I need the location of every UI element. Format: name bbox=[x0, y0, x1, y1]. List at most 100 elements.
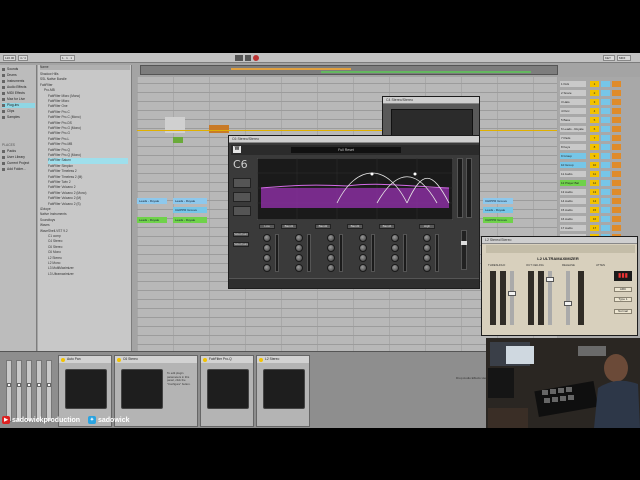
c6-parameter-knob[interactable] bbox=[391, 264, 399, 272]
mixer-track-row[interactable]: 5 Bass 5 bbox=[558, 117, 640, 123]
browser-file-item[interactable]: FabFilter One bbox=[48, 104, 128, 109]
l2-release-fader[interactable] bbox=[564, 271, 572, 325]
mixer-track-row[interactable]: 10 Group 10 bbox=[558, 162, 640, 168]
track-volume-fader[interactable] bbox=[36, 360, 42, 422]
c6-parameter-knob[interactable] bbox=[391, 254, 399, 262]
arm-button[interactable] bbox=[612, 99, 621, 105]
solo-button[interactable] bbox=[601, 225, 610, 231]
c6-plugin-window[interactable]: C6 Stereo/Stereo W Full Reset C6 Low Ban… bbox=[228, 135, 480, 289]
place-current-project[interactable]: Current Project bbox=[2, 161, 29, 166]
mixer-track-row[interactable]: 9 Group 9 bbox=[558, 153, 640, 159]
c6-parameter-knob[interactable] bbox=[359, 244, 367, 252]
track-activator-button[interactable]: 11 bbox=[590, 171, 599, 177]
mixer-track-row[interactable]: 3 Hats 3 bbox=[558, 99, 640, 105]
c6-parameter-knob[interactable] bbox=[391, 244, 399, 252]
device-l2[interactable]: L2 Stereo bbox=[256, 355, 310, 427]
mixer-track-row[interactable]: 11 Audio 11 bbox=[558, 171, 640, 177]
fader-cap[interactable] bbox=[7, 383, 11, 387]
arm-button[interactable] bbox=[612, 81, 621, 87]
browser-file-item[interactable]: Native Instruments bbox=[40, 212, 128, 217]
browser-cat-midi-effects[interactable]: MIDI Effects bbox=[2, 91, 25, 96]
fader-cap[interactable] bbox=[27, 383, 31, 387]
browser-file-item[interactable]: FabFilter Pro-G bbox=[48, 131, 128, 136]
arm-button[interactable] bbox=[612, 144, 621, 150]
l2-ceiling-fader[interactable] bbox=[546, 271, 554, 325]
mixer-track-row[interactable]: 2 Snare 2 bbox=[558, 90, 640, 96]
l2-arc-button[interactable]: ARC bbox=[614, 287, 632, 292]
solo-button[interactable] bbox=[601, 171, 610, 177]
mixer-track-name[interactable]: 11 Audio bbox=[560, 171, 586, 177]
tempo-field[interactable]: 120.00 bbox=[3, 55, 16, 61]
browser-file-item[interactable]: FabFilter Pro-DS bbox=[48, 121, 128, 126]
mixer-track-row[interactable]: 12 Player Bal 12 bbox=[558, 180, 640, 186]
device-power-icon[interactable] bbox=[61, 358, 65, 362]
mixer-track-row[interactable]: 13 Audio 13 bbox=[558, 189, 640, 195]
browser-file-item[interactable]: L2 Stereo bbox=[48, 256, 128, 261]
c6-eq-display[interactable] bbox=[257, 158, 453, 220]
c6-parameter-knob[interactable] bbox=[327, 244, 335, 252]
l2-release-cap[interactable] bbox=[564, 301, 572, 306]
browser-file-item[interactable]: FabFilter Volcano 2 (M) bbox=[48, 196, 128, 201]
mixer-track-name[interactable]: 16 Audio bbox=[560, 216, 586, 222]
c6-side-button[interactable] bbox=[233, 206, 251, 216]
arm-button[interactable] bbox=[612, 135, 621, 141]
device-power-icon[interactable] bbox=[259, 358, 263, 362]
youtube-handle[interactable]: ▶ sadowickproduction bbox=[2, 416, 80, 425]
arm-button[interactable] bbox=[612, 207, 621, 213]
c6-parameter-knob[interactable] bbox=[295, 264, 303, 272]
c6-parameter-knob[interactable] bbox=[423, 264, 431, 272]
arm-button[interactable] bbox=[612, 126, 621, 132]
c6-parameter-knob[interactable] bbox=[327, 254, 335, 262]
solo-button[interactable] bbox=[601, 99, 610, 105]
track-volume-fader[interactable] bbox=[46, 360, 52, 422]
l2-threshold-fader[interactable] bbox=[508, 271, 516, 325]
solo-button[interactable] bbox=[601, 81, 610, 87]
track-activator-button[interactable]: 8 bbox=[590, 144, 599, 150]
browser-cat-samples[interactable]: Samples bbox=[2, 115, 20, 120]
solo-button[interactable] bbox=[601, 108, 610, 114]
c6-sidechain-button[interactable]: Sidechain2 bbox=[233, 242, 249, 247]
browser-cat-sounds[interactable]: Sounds bbox=[2, 67, 18, 72]
solo-button[interactable] bbox=[601, 126, 610, 132]
arm-button[interactable] bbox=[612, 189, 621, 195]
track-activator-button[interactable]: 6 bbox=[590, 126, 599, 132]
clip[interactable]: CHIPPR Groove bbox=[173, 207, 207, 213]
c6-parameter-knob[interactable] bbox=[327, 264, 335, 272]
device-power-icon[interactable] bbox=[117, 358, 121, 362]
track-activator-button[interactable]: 7 bbox=[590, 135, 599, 141]
place-add-folder[interactable]: Add Folder... bbox=[2, 167, 26, 172]
clip[interactable]: CHIPPR Groove bbox=[483, 198, 513, 204]
fader-cap[interactable] bbox=[17, 383, 21, 387]
c6-gain-fader[interactable] bbox=[461, 230, 467, 270]
position-field[interactable]: 1 . 1 . 1 bbox=[60, 55, 75, 61]
solo-button[interactable] bbox=[601, 207, 610, 213]
preset-name[interactable]: Full Reset bbox=[291, 147, 401, 153]
track-activator-button[interactable]: 17 bbox=[590, 225, 599, 231]
browser-file-item[interactable]: FabFilter Micro (Mono) bbox=[48, 94, 128, 99]
c6-sidechain-button[interactable]: Sidechain1 bbox=[233, 232, 249, 237]
browser-file-item[interactable]: SSL Native Bundle bbox=[40, 77, 128, 82]
track-activator-button[interactable]: 10 bbox=[590, 162, 599, 168]
track-activator-button[interactable]: 14 bbox=[590, 198, 599, 204]
c6-band-button[interactable]: Band1 bbox=[281, 224, 297, 229]
mixer-track-name[interactable]: 8 Keys bbox=[560, 144, 586, 150]
c6-parameter-knob[interactable] bbox=[359, 264, 367, 272]
mixer-track-name[interactable]: 10 Group bbox=[560, 162, 586, 168]
browser-cat-audio-effects[interactable]: Audio Effects bbox=[2, 85, 26, 90]
browser-file-item[interactable]: FabFilter Volcano 2 bbox=[48, 185, 128, 190]
c6-gain-fader-cap[interactable] bbox=[461, 241, 467, 245]
track-activator-button[interactable]: 16 bbox=[590, 216, 599, 222]
twitter-handle[interactable]: ✦ sadowick bbox=[88, 416, 130, 425]
l2-dither-type-button[interactable]: Type 1 bbox=[614, 297, 632, 302]
c6-parameter-knob[interactable] bbox=[359, 234, 367, 242]
mixer-track-name[interactable]: 3 Hats bbox=[560, 99, 586, 105]
c6-parameter-knob[interactable] bbox=[263, 264, 271, 272]
arm-button[interactable] bbox=[612, 180, 621, 186]
mixer-track-name[interactable]: 7 Pads bbox=[560, 135, 586, 141]
c6-band-button[interactable]: High bbox=[419, 224, 435, 229]
c6-parameter-knob[interactable] bbox=[391, 234, 399, 242]
browser-file-item[interactable]: WaveShell-VST 9.2 bbox=[40, 229, 128, 234]
clip[interactable]: Leads - Royale bbox=[173, 198, 207, 204]
track-activator-button[interactable]: 2 bbox=[590, 90, 599, 96]
mixer-track-name[interactable]: 13 Audio bbox=[560, 189, 586, 195]
